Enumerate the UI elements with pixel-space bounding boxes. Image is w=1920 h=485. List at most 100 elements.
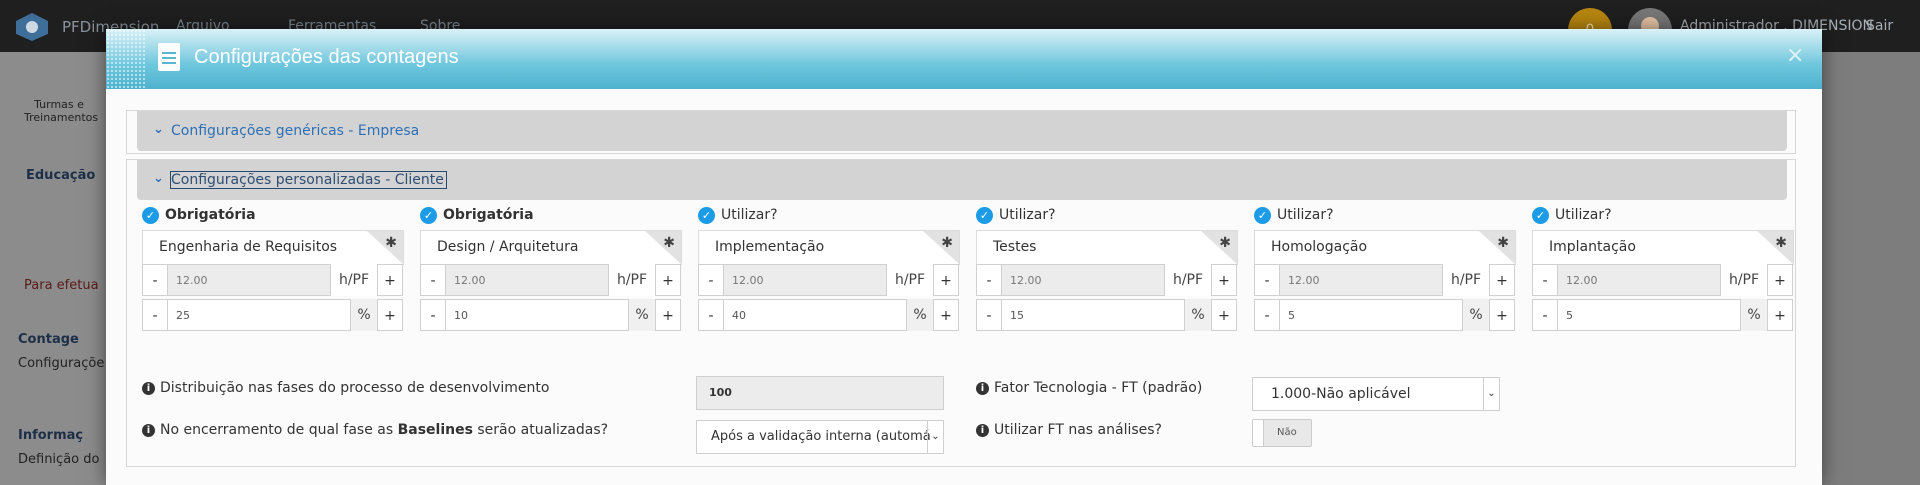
phase-name-box: Implantação ✱ [1532,230,1794,265]
hours-decrement-button[interactable]: - [698,264,724,296]
hours-increment-button[interactable]: + [377,264,403,296]
checkbox-checked-icon[interactable]: ✓ [420,207,437,224]
hours-input[interactable]: 12.00 [1279,264,1443,296]
hours-increment-button[interactable]: + [1489,264,1515,296]
phase-check-label: Utilizar? [721,207,778,223]
percent-input[interactable]: 40 [723,299,907,331]
hours-input[interactable]: 12.00 [1001,264,1165,296]
hours-input[interactable]: 12.00 [723,264,887,296]
phase-name: Implementação [715,239,825,255]
percent-row: -5% + [1254,299,1516,331]
use-ft-label-text: Utilizar FT nas análises? [994,422,1162,438]
close-icon[interactable]: × [1786,43,1804,68]
phase-check-label: Obrigatória [443,207,534,223]
toggle-knob[interactable] [1253,420,1264,446]
ft-label-text: Fator Tecnologia - FT (padrão) [994,380,1203,396]
info-icon: i [142,382,155,395]
toggle-text: Não [1277,427,1297,438]
section-custom-label[interactable]: Configurações personalizadas - Cliente [170,171,447,189]
hours-unit: h/PF [1443,264,1489,296]
percent-decrement-button[interactable]: - [1532,299,1558,331]
phase-name: Design / Arquitetura [437,239,579,255]
hours-row: -12.00 h/PF + [420,264,682,296]
percent-decrement-button[interactable]: - [976,299,1002,331]
percent-decrement-button[interactable]: - [1254,299,1280,331]
distribution-label: i Distribuição nas fases do processo de d… [142,380,549,396]
hours-increment-button[interactable]: + [1211,264,1237,296]
percent-increment-button[interactable]: + [1489,299,1515,331]
percent-decrement-button[interactable]: - [698,299,724,331]
checkbox-checked-icon[interactable]: ✓ [1254,207,1271,224]
percent-increment-button[interactable]: + [933,299,959,331]
baseline-label-bold: Baselines [397,422,473,438]
hours-row: -12.00 h/PF + [976,264,1238,296]
section-generic-label[interactable]: Configurações genéricas - Empresa [171,123,419,139]
distribution-total-field: 100 [696,376,944,410]
link-informacoes[interactable]: Informaç [18,428,83,443]
link-contagem[interactable]: Contage [18,332,79,347]
phase-name: Homologação [1271,239,1368,255]
percent-increment-button[interactable]: + [1767,299,1793,331]
hours-decrement-button[interactable]: - [1532,264,1558,296]
section-generic-header[interactable]: ⌄ Configurações genéricas - Empresa [137,111,1787,151]
hours-unit: h/PF [1165,264,1211,296]
phase-check-label: Utilizar? [1555,207,1612,223]
percent-input[interactable]: 10 [445,299,629,331]
phase-check-label: Utilizar? [1277,207,1334,223]
required-asterisk-icon: ✱ [1497,235,1509,251]
percent-decrement-button[interactable]: - [420,299,446,331]
hours-decrement-button[interactable]: - [420,264,446,296]
percent-increment-button[interactable]: + [655,299,681,331]
phase-name: Implantação [1549,239,1636,255]
hours-input[interactable]: 12.00 [167,264,331,296]
required-asterisk-icon: ✱ [1775,235,1787,251]
baseline-label-pre: No encerramento de qual fase as [160,422,398,438]
chevron-down-icon: ⌄ [153,122,164,137]
use-ft-toggle[interactable]: Não [1252,419,1312,447]
percent-increment-button[interactable]: + [377,299,403,331]
percent-input[interactable]: 5 [1557,299,1741,331]
checkbox-checked-icon[interactable]: ✓ [976,207,993,224]
section-generic: ⌄ Configurações genéricas - Empresa [126,110,1796,154]
info-icon: i [976,424,989,437]
phase-name: Engenharia de Requisitos [159,239,338,255]
checkbox-checked-icon[interactable]: ✓ [1532,207,1549,224]
percent-unit: % [1185,299,1211,331]
hours-increment-button[interactable]: + [655,264,681,296]
phase-check-label: Utilizar? [999,207,1056,223]
percent-input[interactable]: 15 [1001,299,1185,331]
checkbox-checked-icon[interactable]: ✓ [142,207,159,224]
baseline-select[interactable]: Após a validação interna (automá ⌄ [696,420,944,454]
distribution-label-text: Distribuição nas fases do processo de de… [160,380,550,396]
hours-increment-button[interactable]: + [933,264,959,296]
percent-decrement-button[interactable]: - [142,299,168,331]
logout-link[interactable]: Sair [1866,18,1893,34]
chevron-down-icon: ⌄ [927,421,943,453]
modal-title: Configurações das contagens [194,46,459,68]
percent-input[interactable]: 25 [167,299,351,331]
percent-increment-button[interactable]: + [1211,299,1237,331]
hours-decrement-button[interactable]: - [142,264,168,296]
phase-check-label: Obrigatória [165,207,256,223]
tab-educacao[interactable]: Educação [26,168,95,183]
hours-decrement-button[interactable]: - [1254,264,1280,296]
ft-label: i Fator Tecnologia - FT (padrão) [976,380,1202,396]
hours-input[interactable]: 12.00 [445,264,609,296]
hours-unit: h/PF [1721,264,1767,296]
logo-icon [16,13,48,41]
phase-name-box: Engenharia de Requisitos ✱ [142,230,404,265]
percent-unit: % [629,299,655,331]
checkbox-checked-icon[interactable]: ✓ [698,207,715,224]
side-item-turmas[interactable]: Turmas e Treinamentos [24,98,98,124]
hours-increment-button[interactable]: + [1767,264,1793,296]
hours-decrement-button[interactable]: - [976,264,1002,296]
percent-input[interactable]: 5 [1279,299,1463,331]
hours-unit: h/PF [331,264,377,296]
percent-unit: % [351,299,377,331]
required-asterisk-icon: ✱ [385,235,397,251]
hours-input[interactable]: 12.00 [1557,264,1721,296]
settings-modal: Configurações das contagens × ⌄ Configur… [106,29,1822,485]
percent-row: -15% + [976,299,1238,331]
ft-select[interactable]: 1.000-Não aplicável ⌄ [1252,377,1500,411]
section-custom-header[interactable]: ⌄ Configurações personalizadas - Cliente [137,160,1787,200]
